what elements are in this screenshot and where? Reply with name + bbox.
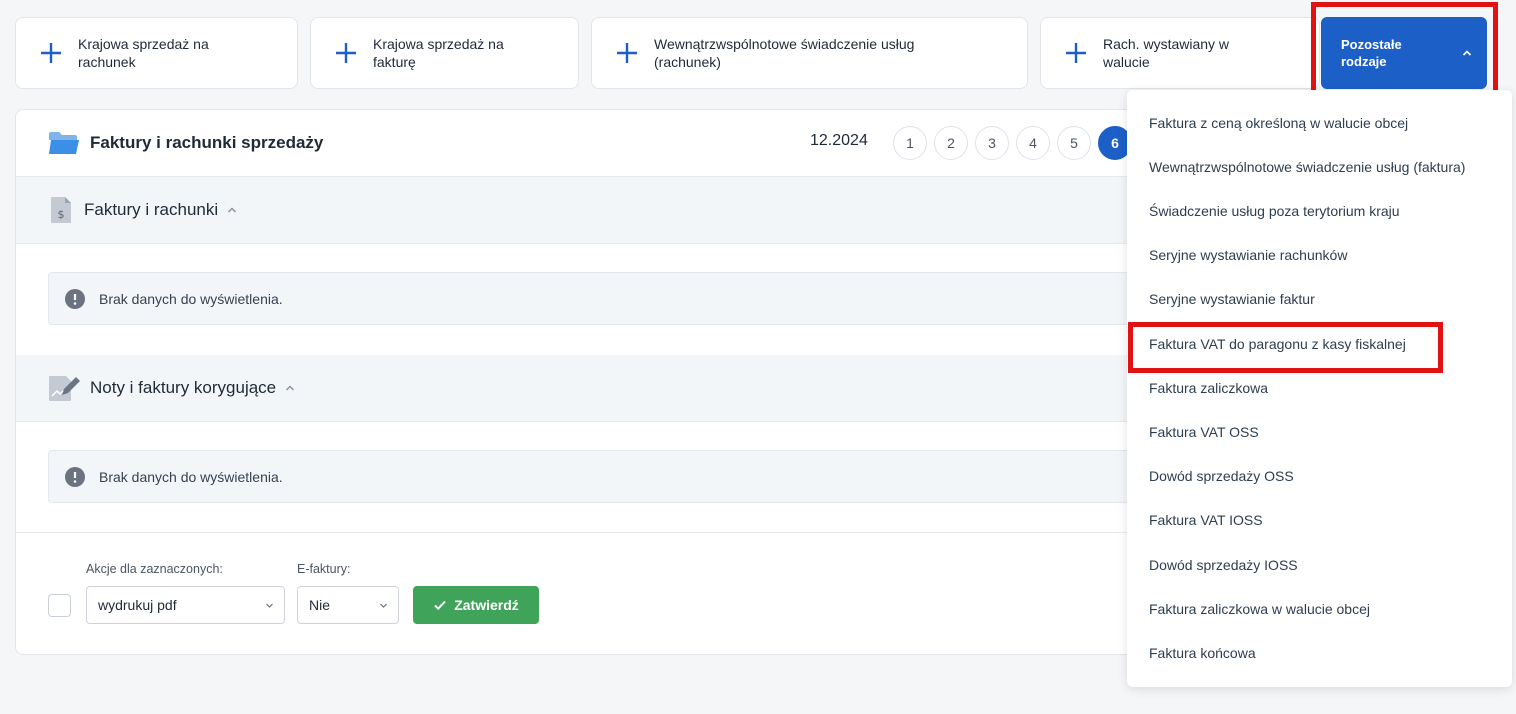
period-label: 12.2024 — [810, 132, 868, 149]
invoice-document-icon: $ — [51, 197, 71, 223]
quick-action-domestic-invoice[interactable]: Krajowa sprzedaż na fakturę — [310, 17, 579, 89]
plus-icon — [333, 40, 359, 66]
page-button-5[interactable]: 5 — [1057, 126, 1091, 160]
efaktury-select[interactable]: Nie — [297, 586, 399, 624]
menu-item-foreign-currency-invoice[interactable]: Faktura z ceną określoną w walucie obcej — [1149, 115, 1408, 131]
menu-item-ioss-proof[interactable]: Dowód sprzedaży IOSS — [1149, 557, 1298, 573]
chevron-up-icon — [228, 207, 237, 213]
page-button-3[interactable]: 3 — [975, 126, 1009, 160]
divider — [16, 532, 1149, 533]
quick-action-label: Krajowa sprzedaż na fakturę — [373, 36, 504, 70]
menu-item-vat-oss[interactable]: Faktura VAT OSS — [1149, 424, 1259, 440]
check-icon — [434, 600, 446, 611]
empty-message: Brak danych do wyświetlenia. — [99, 468, 283, 485]
menu-item-vat-ioss[interactable]: Faktura VAT IOSS — [1149, 512, 1263, 528]
actions-select-value: wydrukuj pdf — [98, 597, 177, 613]
other-types-button[interactable]: Pozostałe rodzaje — [1321, 17, 1487, 89]
exclamation-circle-icon — [65, 288, 85, 309]
empty-message: Brak danych do wyświetlenia. — [99, 290, 283, 307]
quick-action-intra-eu-services[interactable]: Wewnątrzwspólnotowe świadczenie usług (ra… — [591, 17, 1028, 89]
menu-item-advance-invoice[interactable]: Faktura zaliczkowa — [1149, 380, 1268, 396]
other-types-label: Pozostałe rodzaje — [1341, 37, 1402, 69]
document-edit-icon — [49, 376, 80, 401]
confirm-label: Zatwierdź — [454, 597, 519, 613]
quick-action-label: Wewnątrzwspólnotowe świadczenie usług (ra… — [654, 36, 915, 70]
exclamation-circle-icon — [65, 466, 85, 487]
plus-icon — [38, 40, 64, 66]
quick-action-label: Krajowa sprzedaż na rachunek — [78, 36, 209, 70]
efaktury-label: E-faktury: — [297, 562, 351, 576]
menu-item-serial-invoices[interactable]: Seryjne wystawianie faktur — [1149, 291, 1315, 307]
section-invoices-header[interactable]: $ Faktury i rachunki — [16, 177, 1149, 244]
menu-item-intra-eu-services-invoice[interactable]: Wewnątrzwspólnotowe świadczenie usług (f… — [1149, 159, 1465, 175]
section-title: Faktury i rachunki — [84, 200, 219, 219]
confirm-button[interactable]: Zatwierdź — [413, 586, 539, 624]
plus-icon — [1063, 40, 1089, 66]
page-button-4[interactable]: 4 — [1016, 126, 1050, 160]
page-button-1[interactable]: 1 — [893, 126, 927, 160]
chevron-up-icon — [1462, 50, 1472, 56]
menu-item-oss-proof[interactable]: Dowód sprzedaży OSS — [1149, 468, 1294, 484]
folder-icon — [49, 132, 79, 154]
quick-action-domestic-bill[interactable]: Krajowa sprzedaż na rachunek — [15, 17, 298, 89]
select-all-checkbox[interactable] — [48, 594, 71, 617]
menu-item-advance-foreign-currency[interactable]: Faktura zaliczkowa w walucie obcej — [1149, 601, 1370, 617]
actions-select[interactable]: wydrukuj pdf — [86, 586, 285, 624]
plus-icon — [614, 40, 640, 66]
sales-invoices-panel: Faktury i rachunki sprzedaży 12.2024 1 2… — [15, 109, 1150, 655]
chevron-down-icon — [266, 603, 273, 608]
chevron-up-icon — [286, 385, 295, 391]
menu-item-final-invoice[interactable]: Faktura końcowa — [1149, 645, 1256, 661]
menu-item-services-abroad[interactable]: Świadczenie usług poza terytorium kraju — [1149, 203, 1400, 219]
actions-label: Akcje dla zaznaczonych: — [86, 562, 223, 576]
empty-info-box: Brak danych do wyświetlenia. — [48, 450, 1148, 503]
empty-info-box: Brak danych do wyświetlenia. — [48, 272, 1148, 325]
menu-item-serial-bills[interactable]: Seryjne wystawianie rachunków — [1149, 247, 1347, 263]
svg-text:$: $ — [58, 208, 65, 221]
panel-title: Faktury i rachunki sprzedaży — [90, 133, 324, 152]
section-corrections-header[interactable]: Noty i faktury korygujące — [16, 355, 1149, 422]
page-button-2[interactable]: 2 — [934, 126, 968, 160]
menu-item-vat-receipt-invoice[interactable]: Faktura VAT do paragonu z kasy fiskalnej — [1149, 336, 1406, 352]
pagination: 1 2 3 4 5 6 — [893, 126, 1139, 160]
efaktury-select-value: Nie — [309, 597, 331, 613]
other-types-dropdown: Faktura z ceną określoną w walucie obcej… — [1127, 90, 1512, 687]
quick-action-label: Rach. wystawiany w walucie — [1103, 36, 1230, 70]
section-title: Noty i faktury korygujące — [90, 378, 277, 397]
chevron-down-icon — [380, 603, 387, 608]
quick-action-foreign-currency-bill[interactable]: Rach. wystawiany w walucie — [1040, 17, 1320, 89]
